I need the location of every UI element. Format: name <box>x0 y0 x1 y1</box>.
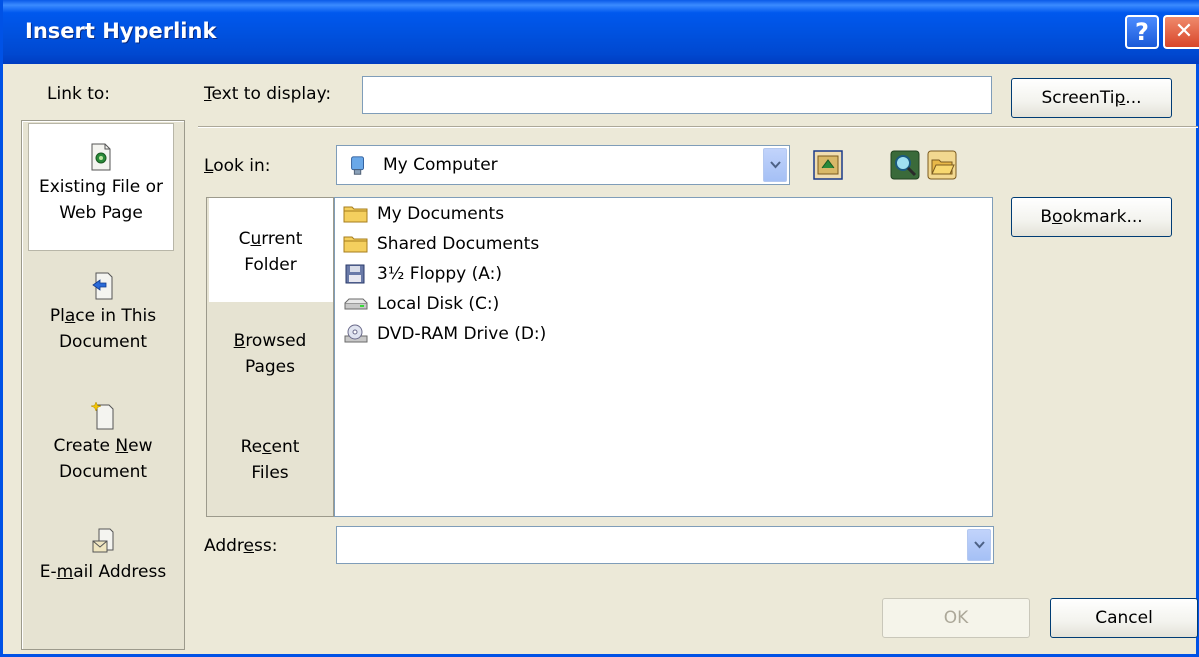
places-bar: Current Folder Browsed Pages Recent File… <box>206 197 334 517</box>
look-in-dropdown[interactable]: My Computer <box>336 145 790 185</box>
look-in-dropdown-arrow[interactable] <box>763 148 787 182</box>
link-to-sidebar: Existing File or Web Page Place in This … <box>21 120 185 650</box>
link-to-label: Link to: <box>47 84 111 104</box>
link-type-email-address[interactable]: E-mail Address <box>22 521 184 611</box>
bookmark-button[interactable]: Bookmark... <box>1011 197 1172 237</box>
dialog-title: Insert Hyperlink <box>25 19 217 43</box>
cancel-button[interactable]: Cancel <box>1050 598 1198 638</box>
link-type-existing-file-line1: Existing File or <box>39 177 163 197</box>
place-recent-files-line2: Files <box>251 463 289 483</box>
file-list[interactable]: My Documents Shared Documents 3½ Floppy … <box>334 197 993 517</box>
link-type-existing-file-line2: Web Page <box>59 203 143 223</box>
folder-icon <box>343 206 368 223</box>
address-field[interactable] <box>336 526 994 564</box>
help-button[interactable]: ? <box>1125 15 1159 49</box>
link-type-place-in-document[interactable]: Place in This Document <box>22 271 184 371</box>
text-to-display-field[interactable] <box>362 76 992 114</box>
insert-hyperlink-dialog: Insert Hyperlink ? ✕ Link to: Existing F… <box>0 0 1199 657</box>
list-item[interactable]: DVD-RAM Drive (D:) <box>343 320 546 348</box>
chevron-down-icon <box>769 161 781 169</box>
browse-file-button[interactable] <box>925 148 959 182</box>
floppy-drive-icon <box>345 264 365 284</box>
ok-button[interactable]: OK <box>882 598 1030 638</box>
address-dropdown-arrow[interactable] <box>967 529 991 561</box>
place-recent-files[interactable]: Recent Files <box>207 434 333 494</box>
help-icon: ? <box>1135 18 1149 46</box>
screentip-button[interactable]: ScreenTip... <box>1011 78 1172 118</box>
title-bar: Insert Hyperlink ? ✕ <box>3 0 1199 64</box>
local-disk-icon <box>344 298 368 310</box>
link-type-existing-file[interactable]: Existing File or Web Page <box>28 123 174 251</box>
place-current-folder[interactable]: Current Folder <box>209 198 333 302</box>
list-item[interactable]: Shared Documents <box>343 230 539 258</box>
my-computer-icon <box>351 156 364 175</box>
link-type-create-new-document[interactable]: Create New Document <box>22 401 184 501</box>
look-in-value: My Computer <box>383 155 498 175</box>
link-type-create-line2: Document <box>58 462 148 482</box>
browse-web-icon <box>890 150 920 180</box>
look-in-label: Look in: <box>204 156 271 176</box>
address-label: Address: <box>204 536 278 556</box>
list-item[interactable]: Local Disk (C:) <box>343 290 499 318</box>
chevron-down-icon <box>973 541 985 549</box>
link-type-place-line2: Document <box>58 332 148 352</box>
text-to-display-label: Text to display: <box>204 84 332 104</box>
place-in-document-icon <box>92 272 113 300</box>
link-type-email-line1: E-mail Address <box>39 562 167 582</box>
existing-file-icon <box>91 143 111 171</box>
link-type-create-line1: Create New <box>53 436 153 456</box>
open-folder-icon <box>927 150 957 180</box>
up-folder-icon <box>813 150 843 180</box>
folder-icon <box>343 236 368 253</box>
browse-web-button[interactable] <box>888 148 922 182</box>
dvd-drive-icon <box>344 324 368 343</box>
close-button[interactable]: ✕ <box>1163 15 1199 49</box>
close-icon: ✕ <box>1174 19 1194 44</box>
link-type-place-line1: Place in This <box>49 306 157 326</box>
place-browsed-pages-line2: Pages <box>244 357 295 377</box>
list-item[interactable]: 3½ Floppy (A:) <box>343 260 502 288</box>
separator-top <box>198 126 1198 128</box>
place-current-folder-line2: Folder <box>244 255 297 275</box>
up-one-folder-button[interactable] <box>811 148 845 182</box>
email-address-icon <box>92 528 114 553</box>
new-document-icon <box>91 401 114 430</box>
place-browsed-pages[interactable]: Browsed Pages <box>207 328 333 388</box>
list-item[interactable]: My Documents <box>343 200 504 228</box>
